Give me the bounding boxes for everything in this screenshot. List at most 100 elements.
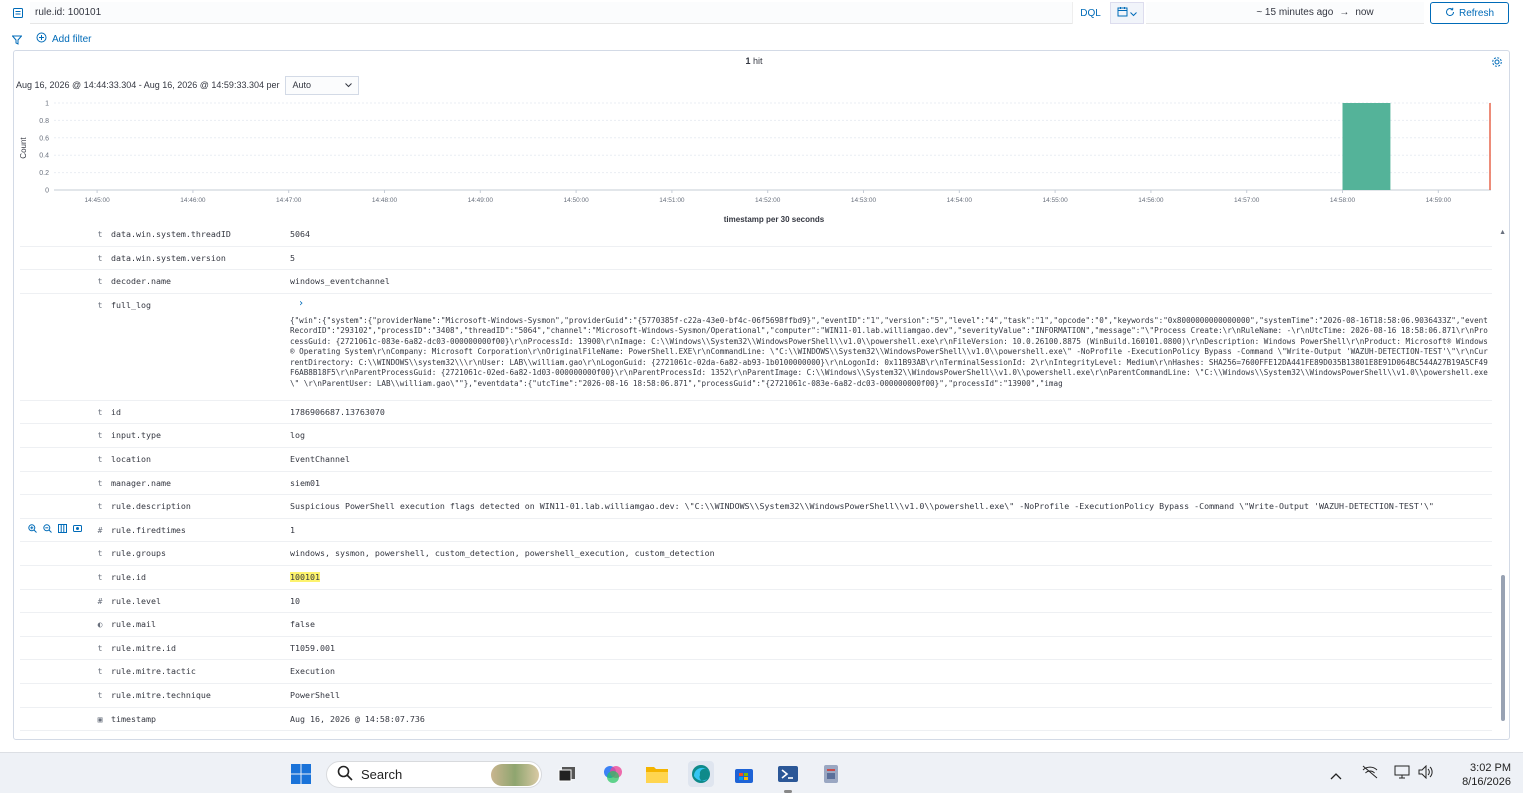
field-type-icon: t [97, 691, 103, 700]
field-row-rule-mitre-tactic: t rule.mitre.tactic Execution [20, 660, 1492, 684]
field-value: Suspicious PowerShell execution flags de… [290, 501, 1434, 512]
calendar-icon [1117, 4, 1128, 22]
x-tick-label: 14:48:00 [372, 197, 398, 204]
x-tick-label: 14:49:00 [468, 197, 494, 204]
field-name: data.win.system.threadID [111, 229, 231, 239]
field-value: windows_eventchannel [290, 276, 390, 287]
add-filter-button[interactable]: Add filter [36, 32, 91, 46]
date-range-display[interactable]: ~ 15 minutes ago → now [1146, 2, 1424, 24]
interval-select[interactable]: Auto [285, 75, 360, 95]
chevron-down-icon [1130, 4, 1137, 22]
filter-icon[interactable] [11, 32, 23, 50]
scroll-up-icon[interactable]: ▲ [1499, 229, 1506, 236]
histogram-chart: 0 0.2 0.4 0.6 0.8 1 14:45:00 14:46:00 14:47:00 1… [19, 101, 1491, 224]
add-filter-label: Add filter [52, 33, 92, 45]
field-name: rule.level [111, 595, 161, 606]
field-name: rule.description [111, 501, 191, 512]
doc-scrollbar-thumb[interactable] [1501, 575, 1505, 721]
search-label: Search [361, 767, 403, 782]
field-name: timestamp [111, 713, 156, 724]
interval-text: Aug 16, 2026 @ 14:44:33.304 - Aug 16, 20… [16, 80, 280, 90]
field-name: rule.mail [111, 619, 156, 630]
taskbar-search[interactable]: Search [326, 761, 542, 788]
field-type-icon: t [97, 643, 103, 653]
task-view-icon[interactable] [554, 761, 580, 787]
field-value: T1059.001 [290, 642, 335, 653]
field-row-rule-groups: t rule.groups windows, sysmon, powershell,… [20, 542, 1492, 566]
field-value: PowerShell [290, 690, 340, 700]
field-name: rule.mitre.tactic [111, 666, 196, 677]
refresh-icon [1445, 7, 1455, 20]
field-type-icon: t [97, 431, 103, 441]
query-bar: DQL ~ 15 minutes ago → now Refresh [0, 0, 1523, 27]
zoom-in-icon[interactable] [28, 524, 37, 533]
field-row-decoder-name: t decoder.name windows_eventchannel [20, 270, 1492, 294]
x-tick-label: 14:55:00 [1042, 197, 1068, 204]
expand-chevron-icon[interactable]: › [298, 298, 304, 309]
field-name: rule.mitre.technique [111, 690, 211, 700]
field-value: 1786906687.13763070 [290, 406, 385, 417]
x-tick-label: 14:45:00 [84, 197, 110, 204]
chevron-up-icon[interactable] [1330, 767, 1342, 785]
network-offline-icon[interactable] [1362, 765, 1378, 784]
field-type-icon: t [97, 478, 103, 488]
field-value: 10 [290, 595, 300, 606]
field-value: 1 [290, 524, 295, 535]
x-tick-label: 14:59:00 [1426, 197, 1452, 204]
x-tick-label: 14:47:00 [276, 197, 302, 204]
search-query-input[interactable] [30, 2, 1072, 24]
field-name: rule.firedtimes [111, 524, 186, 535]
field-value: {"win":{"system":{"providerName":"Micros… [290, 315, 1488, 388]
field-name: id [111, 406, 121, 417]
x-tick-label: 14:53:00 [851, 197, 877, 204]
x-tick-label: 14:46:00 [180, 197, 206, 204]
histogram-bar[interactable] [1342, 103, 1391, 190]
clock[interactable]: 3:02 PM 8/16/2026 [1462, 761, 1511, 789]
hits-count: 1 [745, 56, 751, 66]
powershell-icon[interactable] [775, 761, 801, 787]
file-explorer-icon[interactable] [644, 761, 670, 787]
refresh-button[interactable]: Refresh [1430, 2, 1509, 24]
field-row-rule-firedtimes: # rule.firedtimes 1 [20, 519, 1492, 543]
x-tick-label: 14:51:00 [659, 197, 685, 204]
field-type-icon: t [97, 455, 103, 464]
field-name: rule.groups [111, 548, 166, 559]
filter-bar: Add filter [0, 28, 1523, 48]
clock-time: 3:02 PM [1470, 762, 1511, 774]
date-quick-menu-button[interactable] [1110, 2, 1144, 24]
field-type-icon: t [97, 549, 103, 559]
query-language-toggle[interactable]: DQL [1072, 2, 1108, 24]
field-value: windows, sysmon, powershell, custom_dete… [290, 548, 715, 559]
interval-row: Aug 16, 2026 @ 14:44:33.304 - Aug 16, 20… [16, 75, 360, 95]
field-type-icon: t [97, 277, 103, 287]
field-row-rule-id: t rule.id 100101 [20, 566, 1492, 590]
field-row-manager-name: t manager.name siem01 [20, 472, 1492, 496]
zoom-out-icon[interactable] [43, 524, 52, 533]
edge-browser-icon[interactable] [688, 761, 714, 787]
columns-icon[interactable] [58, 523, 67, 533]
gear-icon[interactable] [1491, 55, 1503, 73]
y-axis-label: Count [19, 137, 28, 159]
x-tick-label: 14:56:00 [1138, 197, 1164, 204]
start-button[interactable] [288, 761, 314, 787]
display-icon[interactable] [1394, 765, 1410, 784]
volume-icon[interactable] [1418, 764, 1434, 784]
field-row-location: t location EventChannel [20, 448, 1492, 472]
field-name: rule.mitre.id [111, 642, 176, 653]
x-tick-label: 14:57:00 [1234, 197, 1260, 204]
field-value: false [290, 619, 315, 630]
microsoft-store-icon[interactable] [731, 761, 757, 787]
date-end[interactable]: now [1355, 7, 1373, 18]
field-value: Execution [290, 666, 335, 677]
hits-label: hit [753, 56, 763, 66]
field-type-icon: t [97, 573, 103, 582]
refresh-label: Refresh [1458, 7, 1494, 19]
field-name: manager.name [111, 477, 171, 488]
filter-exists-icon[interactable] [73, 524, 82, 533]
m365-copilot-icon[interactable] [600, 761, 626, 787]
date-start[interactable]: ~ 15 minutes ago [1256, 7, 1333, 18]
app-icon-blue[interactable] [818, 761, 844, 787]
field-name: rule.id [111, 572, 146, 582]
hits-counter: 1 hit [14, 56, 1494, 66]
saved-query-icon[interactable] [8, 3, 28, 23]
